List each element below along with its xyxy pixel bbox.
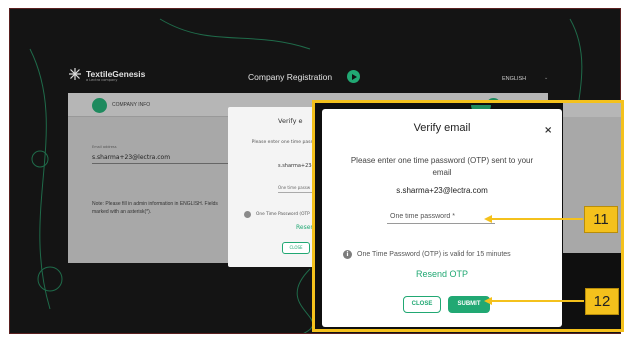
callout-arrows	[484, 215, 584, 305]
callout-12-arrowhead	[484, 297, 492, 305]
callout-badge-11: 11	[584, 206, 618, 233]
callout-11-arrowhead	[484, 215, 492, 223]
callout-badge-12: 12	[585, 288, 619, 315]
